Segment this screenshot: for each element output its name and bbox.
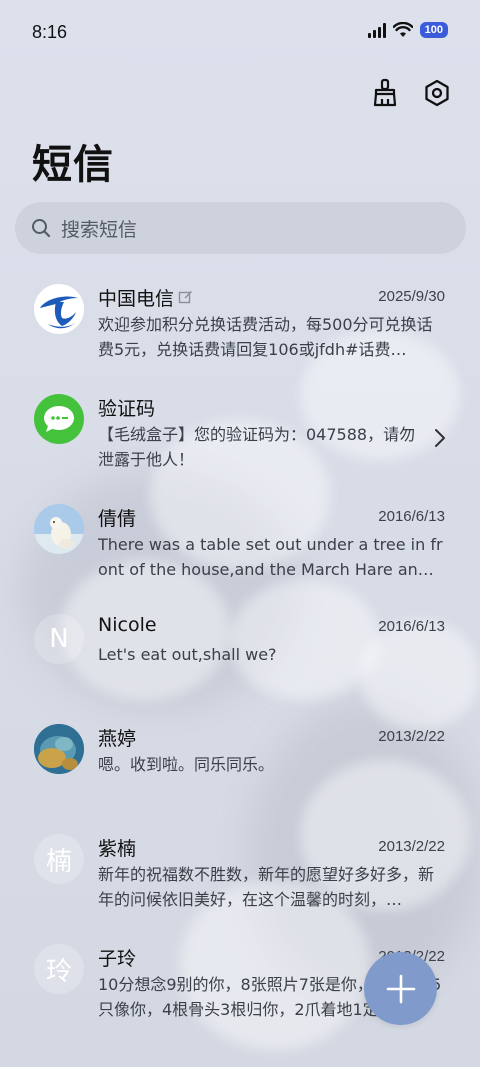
conversation-name: Nicole: [98, 614, 157, 636]
conversation-item-yanting[interactable]: 燕婷 2013/2/22 嗯。收到啦。同乐同乐。: [0, 710, 480, 820]
conversation-preview: 新年的祝福数不胜数，新年的愿望好多好多，新年的问候依旧美好，在这个温馨的时刻，…: [98, 865, 435, 909]
status-time: 8:16: [32, 22, 68, 42]
conversation-item-zinan[interactable]: 楠 紫楠 2013/2/22 新年的祝福数不胜数，新年的愿望好多好多，新年的问候…: [0, 820, 480, 930]
search-placeholder: 搜索短信: [61, 218, 138, 241]
status-bar: 8:16 100: [0, 0, 480, 66]
avatar: N: [34, 614, 84, 664]
header-actions: [368, 76, 454, 110]
conversation-item-verification-code[interactable]: 验证码 【毛绒盒子】您的验证码为：047588，请勿泄露于他人！: [0, 380, 480, 490]
search-icon: [32, 219, 51, 238]
search-bar[interactable]: 搜索短信: [15, 202, 466, 254]
edit-icon: [178, 291, 193, 304]
plus-icon: [386, 974, 415, 1003]
conversation-preview: 嗯。收到啦。同乐同乐。: [98, 755, 275, 774]
conversation-preview: 【毛绒盒子】您的验证码为：047588，请勿泄露于他人！: [98, 425, 416, 469]
clean-button[interactable]: [368, 76, 402, 110]
broom-icon: [373, 78, 397, 107]
chevron-right-icon[interactable]: [434, 428, 446, 448]
conversation-name: 燕婷: [98, 728, 137, 750]
conversation-name: 子玲: [98, 948, 137, 970]
conversation-date: 2016/6/13: [378, 618, 445, 635]
avatar: 玲: [34, 944, 84, 994]
battery-indicator: 100: [419, 22, 448, 38]
message-code-icon: [34, 394, 84, 444]
status-icons: 100: [367, 22, 448, 38]
conversation-preview: There was a table set out under a tree i…: [98, 535, 443, 579]
conversation-item-nicole[interactable]: N Nicole 2016/6/13 Let's eat out,shall w…: [0, 600, 480, 710]
signal-icon: [367, 22, 386, 38]
conversation-name: 倩倩: [98, 508, 137, 530]
conversation-item-china-telecom[interactable]: 中国电信 2025/9/30 欢迎参加积分兑换话费活动，每500分可兑换话费5元…: [0, 270, 480, 380]
compose-button[interactable]: [364, 952, 437, 1025]
conversation-preview: 欢迎参加积分兑换话费活动，每500分可兑换话费5元，兑换话费请回复106或jfd…: [98, 315, 433, 359]
hexagon-settings-icon: [425, 79, 449, 107]
polar-bear-photo: [34, 504, 84, 554]
page-title: 短信: [32, 142, 114, 188]
conversation-preview: Let's eat out,shall we?: [98, 645, 277, 664]
settings-button[interactable]: [420, 76, 454, 110]
conversation-name: 验证码: [98, 398, 156, 420]
china-telecom-logo-icon: [34, 284, 84, 334]
landscape-photo: [34, 724, 84, 774]
conversation-date: 2013/2/22: [378, 838, 445, 855]
conversation-item-qianqian[interactable]: 倩倩 2016/6/13 There was a table set out u…: [0, 490, 480, 600]
conversation-date: 2025/9/30: [378, 288, 445, 305]
avatar: 楠: [34, 834, 84, 884]
conversation-name: 中国电信: [98, 284, 193, 311]
conversation-date: 2013/2/22: [378, 728, 445, 745]
conversation-date: 2016/6/13: [378, 508, 445, 525]
conversation-name: 紫楠: [98, 838, 137, 860]
wifi-icon: [392, 22, 413, 37]
